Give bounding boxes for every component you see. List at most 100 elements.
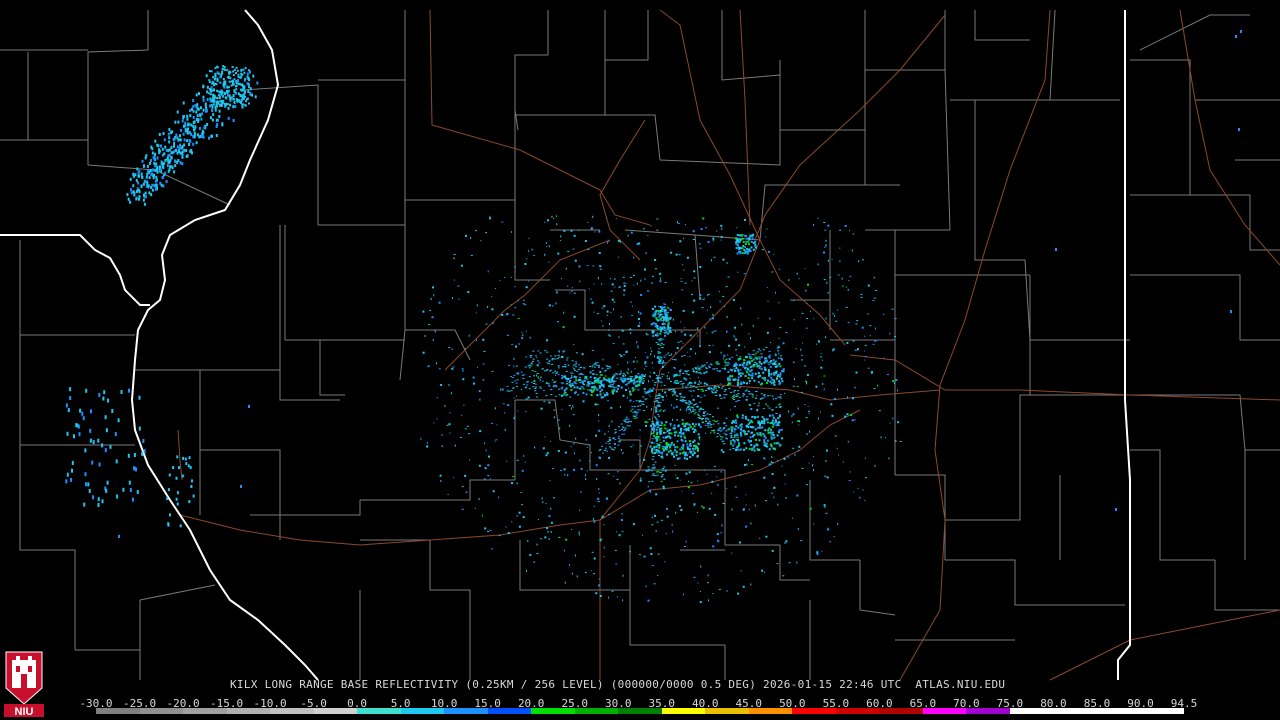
echo-pixel: [527, 396, 530, 399]
echo-pixel: [464, 428, 467, 430]
echo-pixel: [611, 590, 614, 592]
echo-pixel: [142, 182, 145, 186]
echo-pixel: [888, 457, 890, 460]
echo-pixel: [587, 384, 590, 387]
colorbar-swatch: [618, 708, 662, 714]
echo-pixel: [146, 172, 149, 176]
echo-pixel: [554, 395, 557, 397]
echo-pixel: [614, 447, 616, 449]
echo-pixel: [138, 197, 140, 201]
echo-pixel: [651, 565, 654, 566]
echo-pixel: [644, 278, 646, 280]
echo-pixel: [653, 467, 656, 469]
echo-pixel: [597, 313, 599, 315]
echo-pixel: [672, 451, 675, 453]
echo-pixel: [689, 456, 692, 459]
echo-pixel: [684, 452, 687, 455]
echo-pixel: [873, 297, 876, 299]
echo-pixel: [127, 453, 130, 458]
echo-pixel: [162, 184, 165, 188]
echo-pixel: [691, 293, 693, 295]
echo-pixel: [535, 393, 538, 394]
echo-pixel: [174, 148, 177, 152]
echo-pixel: [562, 326, 565, 329]
echo-pixel: [604, 369, 607, 371]
echo-pixel: [178, 466, 181, 470]
echo-pixel: [587, 248, 590, 250]
echo-pixel: [767, 369, 770, 372]
echo-pixel: [761, 249, 764, 251]
echo-pixel: [688, 374, 690, 376]
echo-pixel: [712, 416, 714, 418]
echo-pixel: [176, 455, 179, 459]
echo-pixel: [547, 382, 550, 384]
echo-pixel: [837, 388, 839, 391]
echo-pixel: [245, 100, 247, 103]
echo-pixel: [148, 191, 151, 195]
echo-pixel: [216, 65, 219, 68]
echo-pixel: [228, 86, 230, 89]
echo-pixel: [780, 428, 783, 431]
echo-pixel: [221, 123, 224, 127]
echo-pixel: [800, 359, 803, 361]
echo-pixel: [825, 244, 827, 247]
echo-pixel: [832, 312, 834, 315]
echo-pixel: [623, 354, 626, 356]
echo-pixel: [672, 394, 674, 396]
echo-pixel: [774, 421, 777, 424]
echo-pixel: [487, 464, 490, 467]
echo-pixel: [689, 426, 692, 428]
echo-pixel: [706, 362, 708, 364]
echo-pixel: [659, 344, 662, 346]
echo-pixel: [625, 282, 627, 284]
echo-pixel: [78, 432, 81, 437]
echo-pixel: [823, 504, 826, 507]
echo-pixel: [796, 385, 799, 387]
echo-pixel: [801, 312, 804, 314]
echo-pixel: [552, 468, 555, 469]
echo-pixel: [246, 82, 249, 86]
echo-pixel: [699, 416, 702, 418]
echo-pixel: [635, 375, 638, 377]
echo-pixel: [751, 359, 754, 362]
echo-pixel: [168, 140, 171, 144]
echo-pixel: [166, 164, 169, 167]
echo-pixel: [682, 372, 685, 374]
echo-pixel: [675, 358, 677, 361]
echo-pixel: [648, 375, 651, 377]
echo-pixel: [699, 382, 702, 384]
echo-pixel: [804, 404, 806, 405]
echo-pixel: [1230, 310, 1232, 313]
echo-pixel: [551, 363, 554, 365]
echo-pixel: [604, 375, 607, 377]
echo-pixel: [616, 478, 619, 480]
echo-pixel: [767, 300, 769, 302]
echo-pixel: [733, 365, 736, 368]
echo-pixel: [218, 115, 221, 118]
echo-pixel: [782, 368, 785, 371]
echo-pixel: [734, 406, 736, 408]
echo-pixel: [555, 386, 558, 388]
echo-pixel: [146, 164, 149, 168]
echo-pixel: [743, 381, 746, 384]
echo-pixel: [746, 367, 749, 370]
echo-pixel: [184, 121, 187, 125]
echo-pixel: [608, 241, 610, 242]
echo-pixel: [608, 379, 610, 380]
echo-pixel: [750, 246, 753, 249]
echo-pixel: [237, 79, 240, 83]
echo-pixel: [806, 373, 809, 376]
echo-pixel: [636, 380, 639, 383]
echo-pixel: [646, 392, 649, 394]
echo-pixel: [562, 382, 565, 384]
echo-pixel: [203, 126, 206, 130]
echo-pixel: [508, 390, 511, 392]
echo-pixel: [771, 473, 774, 475]
echo-pixel: [219, 100, 222, 103]
echo-pixel: [756, 395, 758, 397]
echo-pixel: [659, 356, 662, 358]
echo-pixel: [716, 361, 719, 363]
echo-pixel: [825, 460, 827, 462]
echo-pixel: [661, 373, 664, 375]
echo-pixel: [700, 389, 703, 391]
